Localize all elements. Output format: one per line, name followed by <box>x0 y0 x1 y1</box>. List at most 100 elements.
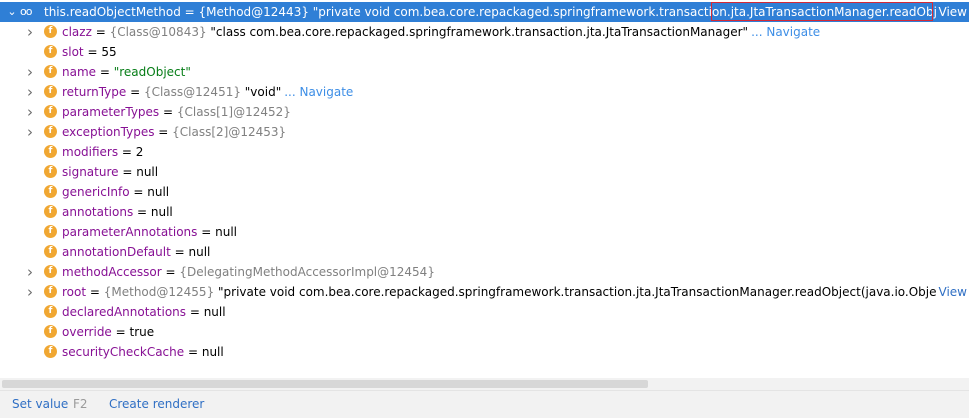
equals-sign: = <box>161 265 180 279</box>
variables-tree: ⌄ oo this.readObjectMethod = {Method@124… <box>0 0 969 378</box>
equals-sign: = <box>118 145 136 159</box>
equals-sign: = <box>186 305 204 319</box>
chevron-right-icon[interactable]: › <box>24 102 36 122</box>
equals-sign: = <box>83 45 102 59</box>
field-value: "class com.bea.core.repackaged.springfra… <box>206 25 749 39</box>
equals-sign: = <box>111 325 130 339</box>
tree-row[interactable]: f override = true <box>0 322 969 342</box>
field-value: null <box>136 165 159 179</box>
field-name: root <box>62 285 87 299</box>
object-ref: {Class@10843} <box>109 25 207 39</box>
tree-row[interactable]: › f name = "readObject" <box>0 62 969 82</box>
chevron-right-icon[interactable]: › <box>24 62 36 82</box>
row-content: methodAccessor = {DelegatingMethodAccess… <box>62 262 435 282</box>
view-link[interactable]: View <box>935 2 967 22</box>
variable-value: "private void com.bea.core.repackaged.sp… <box>308 5 968 19</box>
row-content: signature = null <box>62 162 158 182</box>
tree-row[interactable]: f slot = 55 <box>0 42 969 62</box>
field-icon: f <box>44 205 57 218</box>
field-name: methodAccessor <box>62 265 162 279</box>
row-content: modifiers = 2 <box>62 142 143 162</box>
tree-row[interactable]: › f methodAccessor = {DelegatingMethodAcce… <box>0 262 969 282</box>
variable-name: this.readObjectMethod <box>44 5 181 19</box>
row-content: clazz = {Class@10843} "class com.bea.cor… <box>62 22 820 42</box>
field-name: genericInfo <box>62 185 130 199</box>
equals-sign: = <box>133 205 151 219</box>
field-name: slot <box>62 45 84 59</box>
field-icon: f <box>44 345 57 358</box>
object-ref: {Class[1]@12452} <box>176 105 291 119</box>
object-ref: {Class@12451} <box>143 85 241 99</box>
field-icon: f <box>44 85 57 98</box>
chevron-right-icon[interactable]: › <box>24 122 36 142</box>
tree-row[interactable]: › f clazz = {Class@10843} "class com.bea.c… <box>0 22 969 42</box>
tree-row[interactable]: f signature = null <box>0 162 969 182</box>
row-content: declaredAnnotations = null <box>62 302 226 322</box>
tree-row[interactable]: › f root = {Method@12455} "private void co… <box>0 282 969 302</box>
field-icon: f <box>44 325 57 338</box>
field-name: override <box>62 325 112 339</box>
create-renderer-button[interactable]: Create renderer <box>109 391 204 417</box>
tree-row[interactable]: f annotationDefault = null <box>0 242 969 262</box>
field-value: null <box>201 345 224 359</box>
row-content: override = true <box>62 322 154 342</box>
row-content: exceptionTypes = {Class[2]@12453} <box>62 122 286 142</box>
field-icon: f <box>44 305 57 318</box>
field-icon: f <box>44 285 57 298</box>
horizontal-scrollbar[interactable] <box>0 378 969 390</box>
field-icon: f <box>44 265 57 278</box>
chevron-down-icon[interactable]: ⌄ <box>6 2 18 22</box>
field-value: "void" <box>240 85 282 99</box>
field-name: annotations <box>62 205 134 219</box>
equals-sign: = <box>154 125 173 139</box>
field-icon: f <box>44 185 57 198</box>
row-content: genericInfo = null <box>62 182 169 202</box>
field-icon: f <box>44 145 57 158</box>
navigate-link[interactable]: ... Navigate <box>284 85 353 99</box>
row-content: name = "readObject" <box>62 62 191 82</box>
chevron-right-icon[interactable]: › <box>24 282 36 302</box>
tree-row[interactable]: f modifiers = 2 <box>0 142 969 162</box>
tree-row[interactable]: f genericInfo = null <box>0 182 969 202</box>
tree-row[interactable]: › f exceptionTypes = {Class[2]@12453} <box>0 122 969 142</box>
field-value: null <box>150 205 173 219</box>
chevron-right-icon[interactable]: › <box>24 262 36 282</box>
object-ref: {Method@12443} <box>198 5 309 19</box>
tree-row[interactable]: f securityCheckCache = null <box>0 342 969 362</box>
tree-row[interactable]: › f returnType = {Class@12451} "void"... N… <box>0 82 969 102</box>
field-value: null <box>203 305 226 319</box>
tree-row[interactable]: › f parameterTypes = {Class[1]@12452} <box>0 102 969 122</box>
equals-sign: = <box>86 285 104 299</box>
root-row-content: this.readObjectMethod = {Method@12443} "… <box>44 2 967 22</box>
field-icon: f <box>44 165 57 178</box>
object-ref: {Class[2]@12453} <box>172 125 287 139</box>
equals-sign: = <box>184 345 202 359</box>
row-content: parameterTypes = {Class[1]@12452} <box>62 102 291 122</box>
equals-sign: = <box>129 185 148 199</box>
watch-glasses-icon: oo <box>20 5 33 18</box>
view-link[interactable]: View <box>935 282 967 302</box>
field-name: modifiers <box>62 145 119 159</box>
field-value: 55 <box>101 45 117 59</box>
field-icon: f <box>44 125 57 138</box>
row-content: securityCheckCache = null <box>62 342 224 362</box>
tree-row[interactable]: f declaredAnnotations = null <box>0 302 969 322</box>
tree-row[interactable]: f annotations = null <box>0 202 969 222</box>
tree-row-root[interactable]: ⌄ oo this.readObjectMethod = {Method@124… <box>0 2 969 22</box>
tree-row[interactable]: f parameterAnnotations = null <box>0 222 969 242</box>
field-value: 2 <box>135 145 144 159</box>
equals-sign: = <box>180 5 199 19</box>
chevron-right-icon[interactable]: › <box>24 82 36 102</box>
shortcut-key-label: F2 <box>73 397 88 411</box>
set-value-button[interactable]: Set value <box>12 391 68 417</box>
field-value: null <box>188 245 211 259</box>
row-content: annotations = null <box>62 202 173 222</box>
field-name: annotationDefault <box>62 245 171 259</box>
navigate-link[interactable]: ... Navigate <box>751 25 820 39</box>
field-name: name <box>62 65 97 79</box>
field-icon: f <box>44 25 57 38</box>
equals-sign: = <box>126 85 144 99</box>
field-icon: f <box>44 45 57 58</box>
scrollbar-thumb[interactable] <box>2 380 648 388</box>
chevron-right-icon[interactable]: › <box>24 22 36 42</box>
